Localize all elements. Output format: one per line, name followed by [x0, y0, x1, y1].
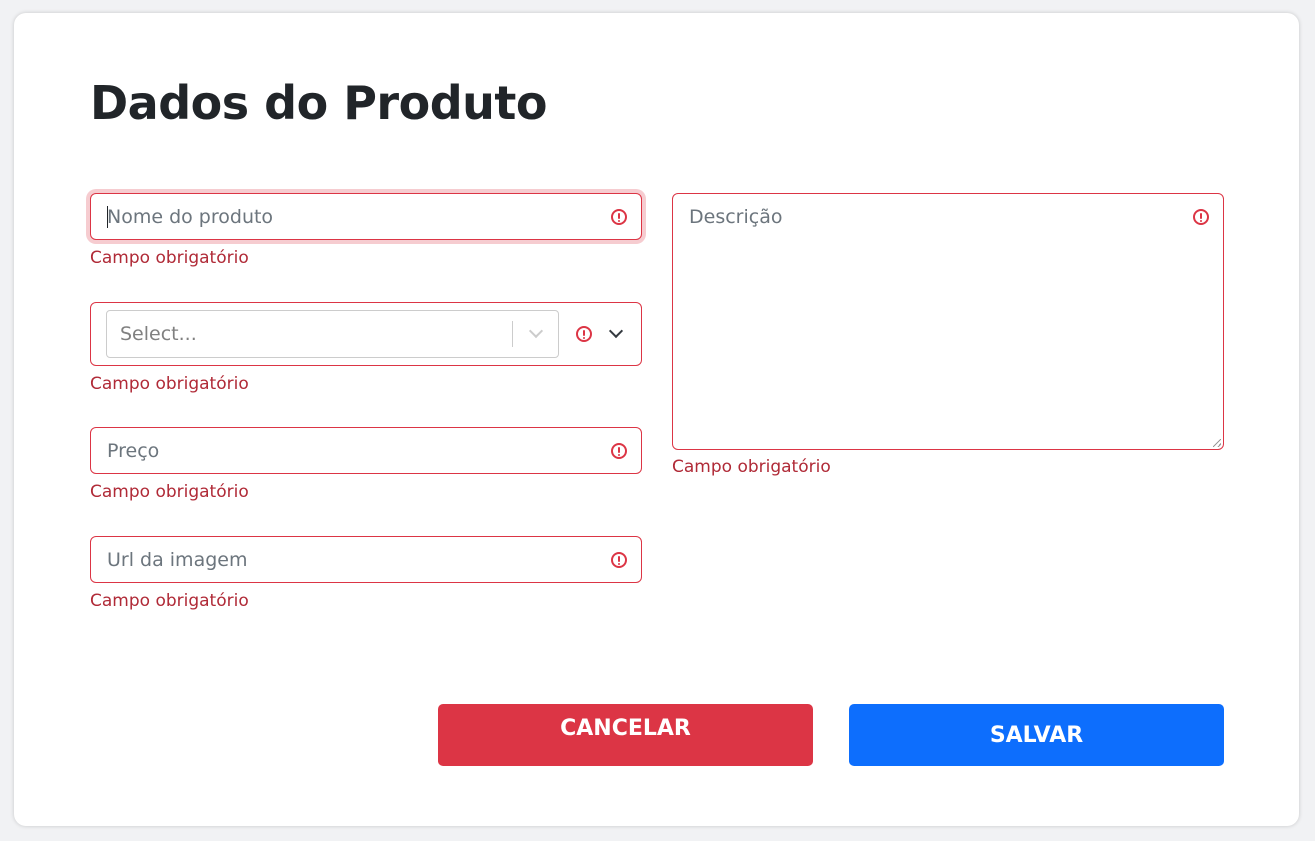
- exclamation-circle-icon: [611, 209, 627, 225]
- price-error: Campo obrigatório: [90, 482, 249, 502]
- image-url-input[interactable]: Url da imagem: [90, 536, 642, 583]
- exclamation-circle-icon: [576, 326, 592, 342]
- category-error: Campo obrigatório: [90, 374, 249, 394]
- product-name-error: Campo obrigatório: [90, 248, 249, 268]
- exclamation-circle-icon: [611, 552, 627, 568]
- exclamation-circle-icon: [1193, 209, 1209, 225]
- chevron-down-icon[interactable]: [528, 323, 544, 339]
- page-title: Dados do Produto: [90, 76, 547, 130]
- product-name-placeholder: Nome do produto: [107, 205, 274, 228]
- description-error: Campo obrigatório: [672, 457, 831, 477]
- description-placeholder: Descrição: [689, 206, 783, 228]
- select-separator: [512, 321, 513, 347]
- chevron-down-icon: [608, 323, 624, 339]
- category-select[interactable]: Select...: [106, 310, 559, 358]
- product-name-input[interactable]: Nome do produto: [90, 193, 642, 240]
- save-button[interactable]: SALVAR: [849, 704, 1224, 766]
- price-input[interactable]: Preço: [90, 427, 642, 474]
- cancel-button[interactable]: CANCELAR: [438, 704, 813, 766]
- price-placeholder: Preço: [107, 439, 160, 462]
- resize-handle[interactable]: [1213, 439, 1221, 447]
- category-select-wrapper: Select...: [90, 302, 642, 366]
- description-textarea[interactable]: Descrição: [672, 193, 1224, 450]
- exclamation-circle-icon: [611, 443, 627, 459]
- product-form-card: Dados do Produto Nome do produto Campo o…: [14, 13, 1299, 826]
- image-url-error: Campo obrigatório: [90, 591, 249, 611]
- category-select-placeholder: Select...: [120, 323, 197, 345]
- image-url-placeholder: Url da imagem: [107, 548, 248, 571]
